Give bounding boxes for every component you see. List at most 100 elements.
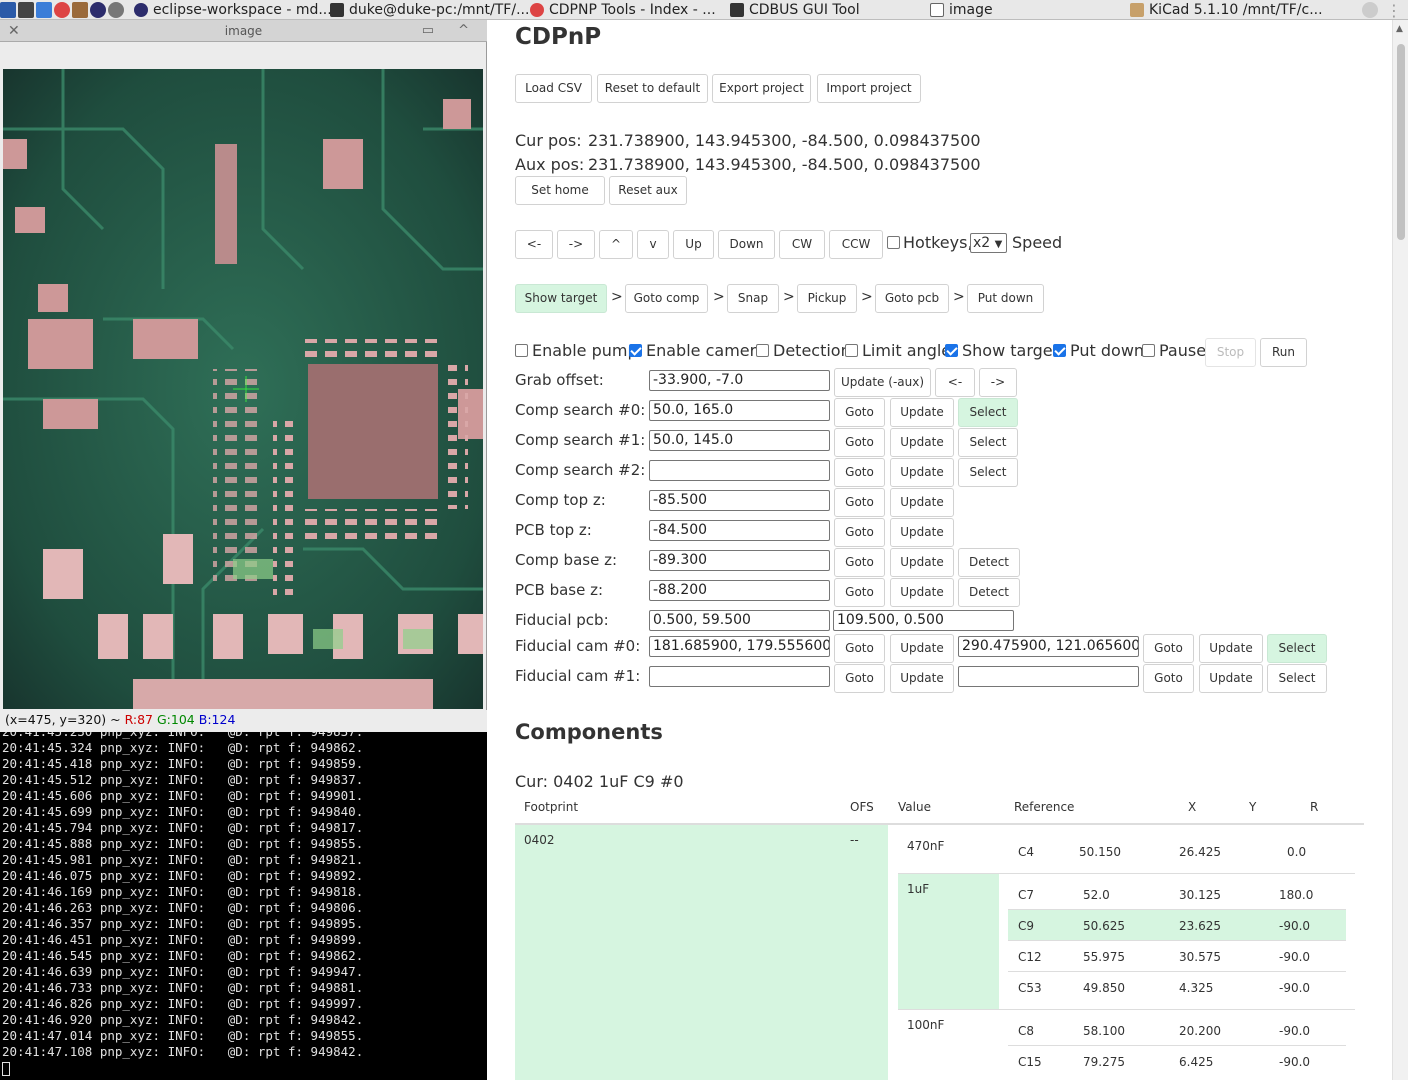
set-home-button[interactable]: Set home xyxy=(515,176,605,205)
task-kicad[interactable]: KiCad 5.1.10 /mnt/TF/c... xyxy=(1130,1,1323,19)
update-button[interactable]: Update xyxy=(890,488,954,517)
page-scrollbar[interactable]: ▲ xyxy=(1392,20,1408,1080)
update-button[interactable]: Update xyxy=(890,578,954,607)
update-button[interactable]: Update xyxy=(890,428,954,457)
menu-icon[interactable] xyxy=(0,2,16,18)
task-cdbus[interactable]: CDBUS GUI Tool xyxy=(730,1,860,19)
goto-pcb-button[interactable]: Goto pcb xyxy=(875,284,949,313)
import-project-button[interactable]: Import project xyxy=(817,74,921,103)
scrollbar-thumb[interactable] xyxy=(1397,44,1405,240)
comp-search-2-input[interactable] xyxy=(649,460,830,481)
terminal-log[interactable]: 20:41:45.230 pnp_xyz: INFO: @D: rpt f: 9… xyxy=(0,732,487,1080)
fiducial-cam-0-input-1[interactable]: 181.685900, 179.555600 xyxy=(649,636,830,657)
chrome-launcher-icon[interactable] xyxy=(54,2,70,18)
goto-button[interactable]: Goto xyxy=(834,398,885,427)
goto-button[interactable]: Goto xyxy=(834,664,885,693)
archive-launcher-icon[interactable] xyxy=(72,2,88,18)
move-down-button[interactable]: v xyxy=(637,230,669,259)
update-button[interactable]: Update xyxy=(890,548,954,577)
move-up-button[interactable]: ^ xyxy=(599,230,633,259)
enable-camera-checkbox[interactable] xyxy=(629,344,642,357)
goto-button[interactable]: Goto xyxy=(1143,634,1194,663)
app-launcher-icon[interactable] xyxy=(108,2,124,18)
comp-top-z-input[interactable]: -85.500 xyxy=(649,490,830,511)
offset-left-button[interactable]: <- xyxy=(935,368,975,397)
z-up-button[interactable]: Up xyxy=(673,230,714,259)
task-chrome[interactable]: CDPNP Tools - Index - ... xyxy=(530,1,716,19)
task-eclipse[interactable]: eclipse-workspace - md... xyxy=(134,1,332,19)
update-button[interactable]: Update xyxy=(890,634,954,663)
load-csv-button[interactable]: Load CSV xyxy=(515,74,592,103)
update-button[interactable]: Update xyxy=(1199,634,1263,663)
camera-view[interactable] xyxy=(3,69,483,709)
comp-base-z-input[interactable]: -89.300 xyxy=(649,550,830,571)
goto-comp-button[interactable]: Goto comp xyxy=(625,284,708,313)
export-project-button[interactable]: Export project xyxy=(712,74,811,103)
snap-button[interactable]: Snap xyxy=(727,284,779,313)
select-button[interactable]: Select xyxy=(1267,634,1327,663)
show-target-button[interactable]: Show target xyxy=(515,284,607,313)
rotate-cw-button[interactable]: CW xyxy=(779,230,825,259)
hotkeys-checkbox[interactable] xyxy=(887,236,900,249)
update-aux-button[interactable]: Update (-aux) xyxy=(834,368,931,397)
task-terminal[interactable]: duke@duke-pc:/mnt/TF/... xyxy=(330,1,529,19)
fiducial-cam-0-input-2[interactable]: 290.475900, 121.065600 xyxy=(958,636,1139,657)
select-button[interactable]: Select xyxy=(958,428,1018,457)
speed-select[interactable]: x2 ▼ xyxy=(970,233,1007,253)
enable-pump-checkbox[interactable] xyxy=(515,344,528,357)
fiducial-pcb-input-2[interactable]: 109.500, 0.500 xyxy=(833,610,1014,631)
task-image[interactable]: image xyxy=(930,1,993,19)
goto-button[interactable]: Goto xyxy=(834,458,885,487)
stop-button[interactable]: Stop xyxy=(1205,338,1256,367)
comp-search-1-input[interactable]: 50.0, 145.0 xyxy=(649,430,830,451)
update-button[interactable]: Update xyxy=(890,664,954,693)
close-icon[interactable]: ✕ xyxy=(8,20,20,42)
run-button[interactable]: Run xyxy=(1260,338,1307,367)
pickup-button[interactable]: Pickup xyxy=(797,284,857,313)
goto-button[interactable]: Goto xyxy=(1143,664,1194,693)
offset-right-button[interactable]: -> xyxy=(979,368,1017,397)
fiducial-cam-1-input-2[interactable] xyxy=(958,666,1139,687)
goto-button[interactable]: Goto xyxy=(834,428,885,457)
goto-button[interactable]: Goto xyxy=(834,488,885,517)
detect-button[interactable]: Detect xyxy=(958,548,1020,577)
reset-default-button[interactable]: Reset to default xyxy=(597,74,708,103)
update-button[interactable]: Update xyxy=(1199,664,1263,693)
show-target-checkbox[interactable] xyxy=(945,344,958,357)
detection-checkbox[interactable] xyxy=(756,344,769,357)
grab-offset-input[interactable]: -33.900, -7.0 xyxy=(649,370,830,391)
window-controls[interactable]: ▭ ^ xyxy=(422,20,479,42)
pause-checkbox[interactable] xyxy=(1142,344,1155,357)
terminal-launcher-icon[interactable] xyxy=(18,2,34,18)
goto-button[interactable]: Goto xyxy=(834,548,885,577)
move-left-button[interactable]: <- xyxy=(515,230,553,259)
put-down-button[interactable]: Put down xyxy=(967,284,1044,313)
update-button[interactable]: Update xyxy=(890,518,954,547)
update-button[interactable]: Update xyxy=(890,458,954,487)
select-button[interactable]: Select xyxy=(958,458,1018,487)
footprint-group[interactable] xyxy=(515,825,888,1080)
goto-button[interactable]: Goto xyxy=(834,634,885,663)
put-down-checkbox[interactable] xyxy=(1053,344,1066,357)
fiducial-pcb-input-1[interactable]: 0.500, 59.500 xyxy=(649,610,830,631)
detect-button[interactable]: Detect xyxy=(958,578,1020,607)
scroll-up-icon[interactable]: ▲ xyxy=(1396,24,1403,34)
pcb-base-z-input[interactable]: -88.200 xyxy=(649,580,830,601)
goto-button[interactable]: Goto xyxy=(834,518,885,547)
fiducial-cam-1-input-1[interactable] xyxy=(649,666,830,687)
comp-search-0-input[interactable]: 50.0, 165.0 xyxy=(649,400,830,421)
goto-button[interactable]: Goto xyxy=(834,578,885,607)
select-button[interactable]: Select xyxy=(958,398,1018,427)
move-right-button[interactable]: -> xyxy=(557,230,595,259)
limit-angle-checkbox[interactable] xyxy=(845,344,858,357)
z-down-button[interactable]: Down xyxy=(718,230,775,259)
update-button[interactable]: Update xyxy=(890,398,954,427)
eclipse-launcher-icon[interactable] xyxy=(90,2,106,18)
select-button[interactable]: Select xyxy=(1267,664,1327,693)
more-icon[interactable]: ⋮ xyxy=(1386,1,1402,20)
reset-aux-button[interactable]: Reset aux xyxy=(609,176,687,205)
files-launcher-icon[interactable] xyxy=(36,2,52,18)
pcb-top-z-input[interactable]: -84.500 xyxy=(649,520,830,541)
user-avatar-icon[interactable] xyxy=(1362,2,1378,18)
rotate-ccw-button[interactable]: CCW xyxy=(829,230,883,259)
